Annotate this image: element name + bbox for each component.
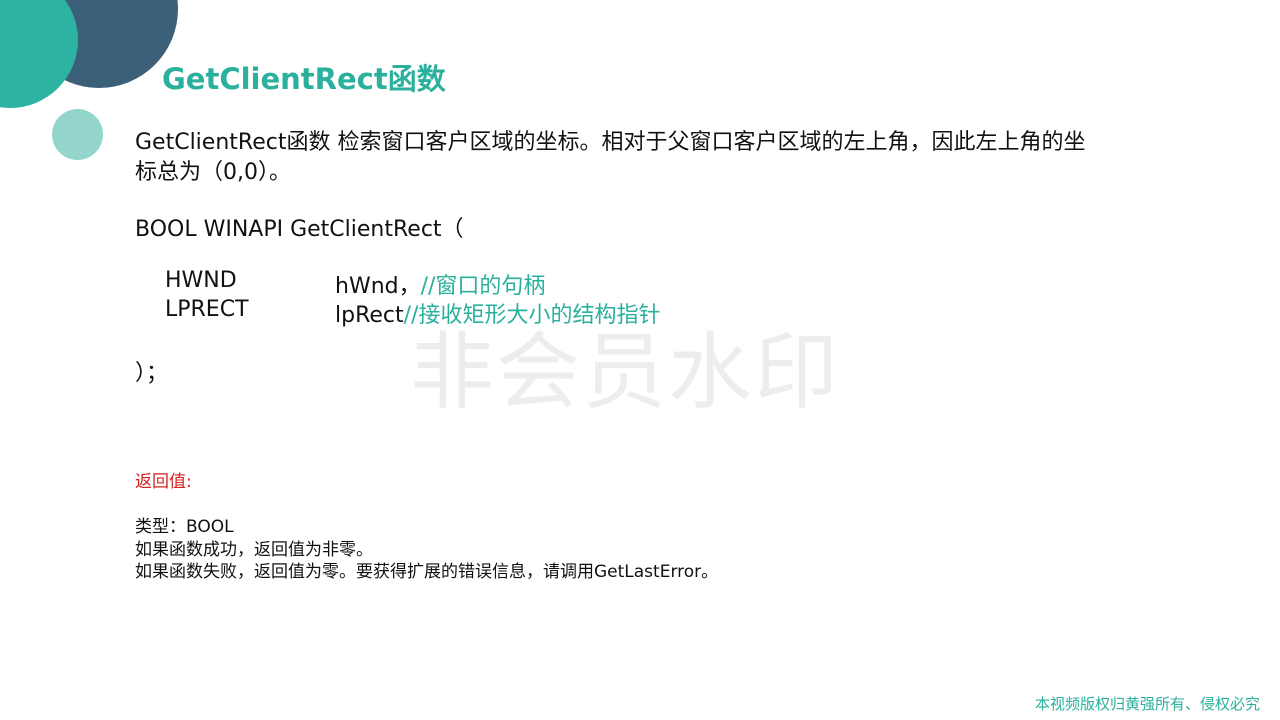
decorative-circle-light (52, 109, 103, 160)
code-signature: BOOL WINAPI GetClientRect（ (135, 217, 464, 242)
description-line-1: GetClientRect函数 检索窗口客户区域的坐标。相对于父窗口客户区域的左… (135, 130, 1086, 155)
param-hwnd: hWnd，//窗口的句柄 (335, 268, 545, 300)
code-closing: ）； (135, 361, 169, 386)
param-name: lpRect (335, 303, 404, 328)
return-type-line: 类型：BOOL (135, 517, 234, 537)
description-line-2: 标总为（0,0）。 (135, 160, 291, 185)
param-type-hwnd: HWND (165, 268, 237, 293)
return-value-label: 返回值: (135, 472, 192, 492)
return-failure-line: 如果函数失败，返回值为零。要获得扩展的错误信息，请调用GetLastError。 (135, 562, 719, 582)
param-comment: //窗口的句柄 (420, 274, 546, 299)
slide-title: GetClientRect函数 (162, 62, 446, 96)
param-type-lprect: LPRECT (165, 297, 249, 322)
decorative-circle-teal (0, 0, 78, 108)
watermark-text: 非会员水印 (410, 323, 841, 421)
copyright-notice: 本视频版权归黄强所有、侵权必究 (1034, 695, 1260, 713)
param-name: hWnd， (335, 274, 421, 299)
